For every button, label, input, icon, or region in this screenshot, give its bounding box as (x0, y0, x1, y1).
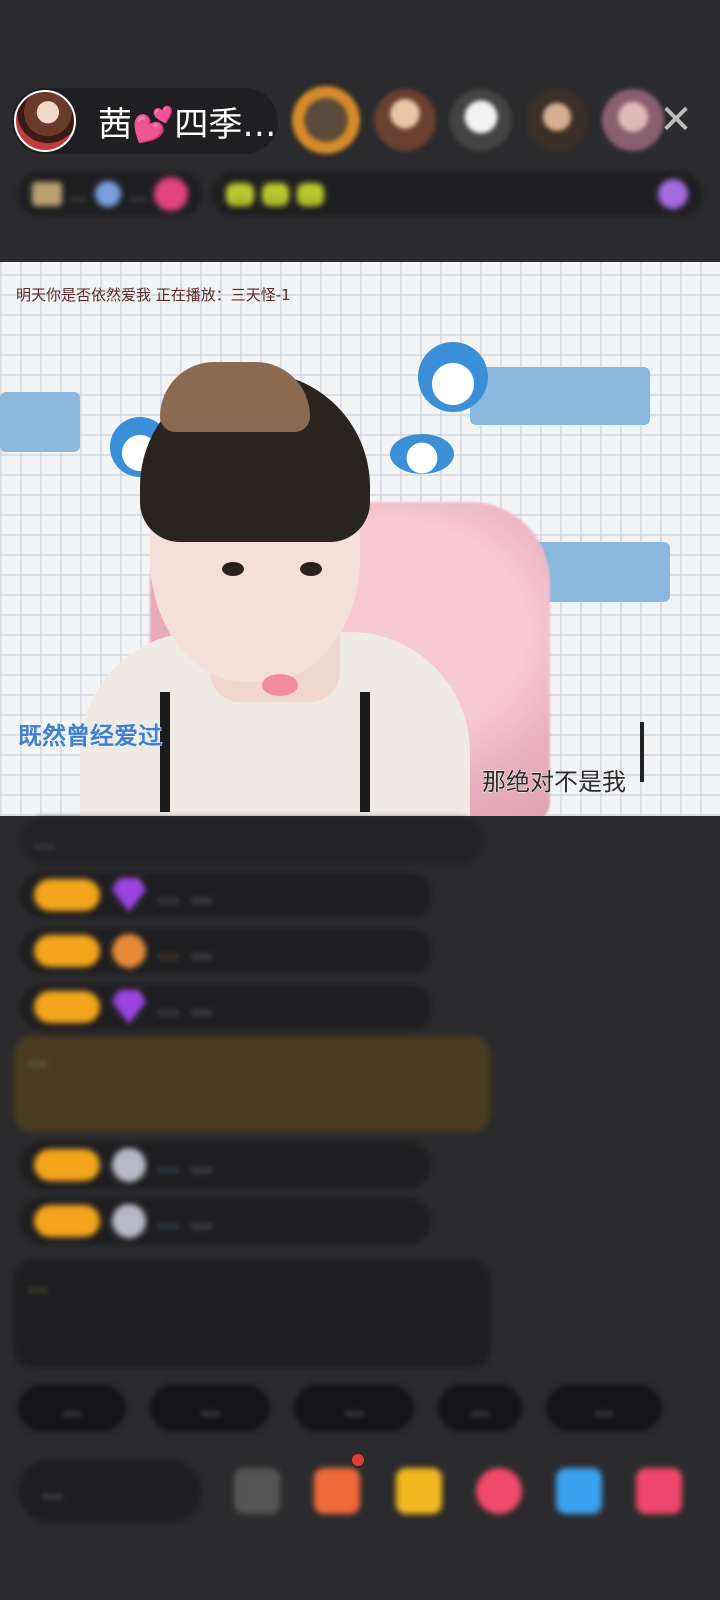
level-badge (34, 935, 100, 967)
room-info-row: ... ... ... ... ... (18, 170, 702, 218)
live-room-screen: 茜💕四季… ✕ ... ... ... ... ... 明天你是否依然爱我 正在… (0, 0, 720, 1600)
menu-icon[interactable] (234, 1468, 280, 1514)
chat-text: ... (34, 828, 55, 854)
chat-message[interactable]: ... ... (20, 1142, 432, 1188)
eye (222, 562, 244, 576)
chat-text: ... (190, 938, 212, 964)
bottom-toolbar: ... (18, 1452, 720, 1522)
chat-message[interactable]: ... ... (20, 928, 432, 974)
diamond-icon (112, 878, 146, 912)
chat-message[interactable]: ... ... (20, 872, 432, 918)
rank-pill[interactable]: ... ... (18, 172, 203, 216)
host-name: 茜💕四季… (98, 104, 277, 145)
task-chip: ... (226, 182, 254, 206)
quick-reply-button[interactable]: ... (18, 1384, 126, 1432)
red-envelope-icon[interactable] (396, 1468, 442, 1514)
strap (160, 692, 170, 812)
chat-input[interactable]: ... (18, 1460, 202, 1522)
chat-text: ... (190, 994, 212, 1020)
popularity-text: ... (129, 183, 147, 205)
doraemon-sticker (390, 434, 454, 474)
notification-dot (350, 1452, 366, 1468)
gift-icon (154, 177, 189, 211)
lyric-left: 既然曾经爱过 (18, 722, 163, 751)
close-icon[interactable]: ✕ (656, 100, 696, 140)
wall-panel (0, 392, 80, 452)
quick-reply-button[interactable]: ... (546, 1384, 662, 1432)
chat-username[interactable]: ... (158, 939, 179, 964)
level-badge (34, 991, 100, 1023)
chat-message[interactable]: ... ... (20, 1198, 432, 1244)
viewer-avatar-list (292, 86, 664, 154)
task-chip: ... (261, 182, 289, 206)
viewer-avatar[interactable] (292, 86, 360, 154)
doraemon-sticker (418, 342, 488, 412)
task-pill[interactable]: ... ... ... (212, 172, 702, 216)
viewer-avatar[interactable] (450, 89, 512, 151)
diamond-icon (112, 990, 146, 1024)
heart-gift-icon[interactable] (476, 1468, 522, 1514)
badge-icon (658, 179, 688, 209)
hair-bun (160, 362, 310, 432)
mouth (262, 674, 298, 696)
task-chip: ... (296, 182, 325, 206)
quick-reply-button[interactable]: ... (438, 1384, 522, 1432)
video-edge-bar (640, 722, 644, 782)
lyric-right: 那绝对不是我 (482, 768, 627, 797)
game-icon[interactable] (556, 1468, 602, 1514)
viewer-avatar[interactable] (602, 89, 664, 151)
quick-reply-row: ... ... ... ... ... (18, 1384, 662, 1432)
system-message: ... (14, 1260, 490, 1368)
chat-text: ... (190, 882, 212, 908)
viewer-avatar[interactable] (526, 89, 588, 151)
gift-message-text: ... (28, 1046, 48, 1070)
treasure-box-icon[interactable] (314, 1468, 360, 1514)
chat-message[interactable]: ... ... (20, 984, 432, 1030)
system-message-text: ... (28, 1273, 48, 1297)
chat-username[interactable]: ... (158, 1153, 179, 1178)
wall-panel (530, 542, 670, 602)
chat-message[interactable]: ... (20, 818, 484, 864)
gift-message[interactable]: ... (14, 1036, 490, 1132)
quick-reply-button[interactable]: ... (150, 1384, 270, 1432)
level-badge (34, 879, 100, 911)
eye (300, 562, 322, 576)
chat-text: ... (190, 1208, 212, 1234)
host-info-pill[interactable]: 茜💕四季… (12, 88, 278, 154)
rank-icon (32, 182, 62, 206)
chat-username[interactable]: ... (158, 1209, 179, 1234)
strap (360, 692, 370, 812)
chat-username[interactable]: ... (158, 883, 179, 908)
level-badge (34, 1205, 100, 1237)
chat-input-placeholder: ... (42, 1478, 63, 1504)
quick-reply-button[interactable]: ... (294, 1384, 414, 1432)
avatar-icon (112, 1204, 146, 1238)
viewer-avatar[interactable] (374, 89, 436, 151)
rank-text: ... (70, 183, 88, 205)
fan-icon (112, 934, 146, 968)
avatar-icon (112, 1148, 146, 1182)
video-marquee: 明天你是否依然爱我 正在播放：三天怪-1 (16, 286, 291, 304)
wall-panel (470, 367, 650, 425)
chat-text: ... (190, 1152, 212, 1178)
popularity-icon (95, 181, 122, 207)
host-avatar[interactable] (14, 90, 76, 152)
chat-username[interactable]: ... (158, 995, 179, 1020)
gift-icon[interactable] (636, 1468, 682, 1514)
live-video[interactable]: 明天你是否依然爱我 正在播放：三天怪-1 既然曾经爱过 那绝对不是我 (0, 262, 720, 816)
level-badge (34, 1149, 100, 1181)
